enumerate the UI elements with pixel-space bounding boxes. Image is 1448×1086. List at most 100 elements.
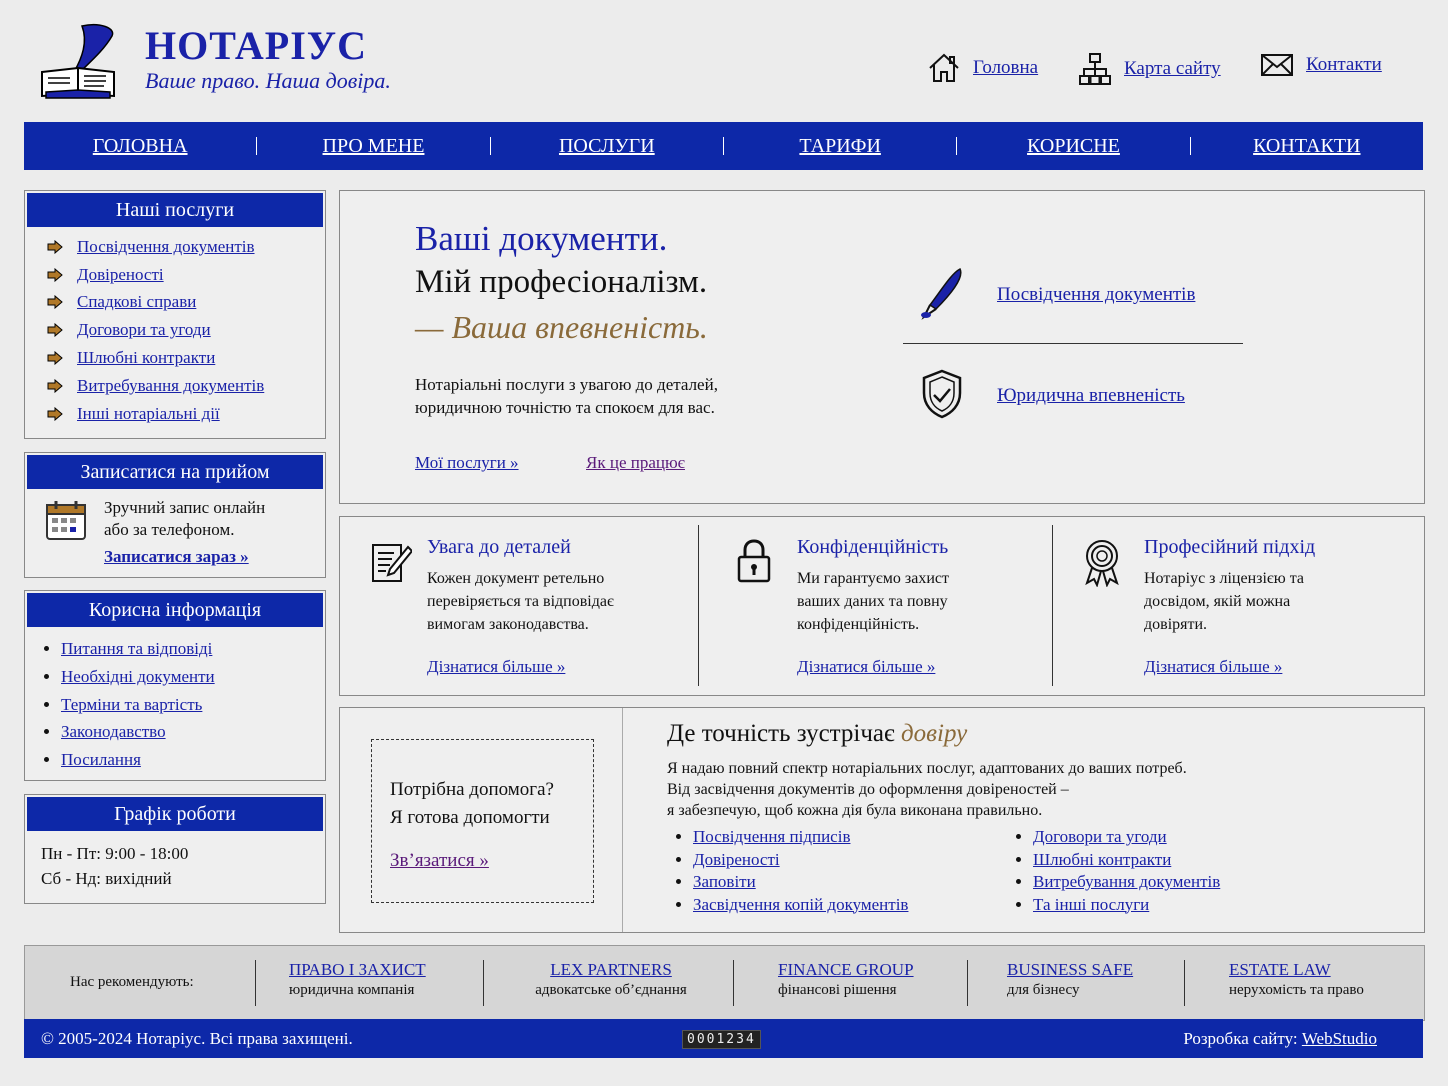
feature-title: Увага до деталей [427,536,571,558]
partner-divider [733,960,734,1006]
mail-icon [1261,54,1293,76]
learn-more-link[interactable]: Дізнатися більше » [427,657,565,677]
how-it-works-link[interactable]: Як це працює [586,453,685,473]
precision-title: Де точність зустрічає довіру [667,720,968,747]
partner-item[interactable]: LEX PARTNERS адвокатське об’єднання [526,960,696,999]
feature-divider [1052,525,1053,686]
developer-link[interactable]: WebStudio [1302,1029,1377,1048]
list-item[interactable]: Та інші послуги [1033,894,1220,917]
appointment-box: Записатися на прийом Зручний запис онлай… [24,452,326,578]
arrow-right-icon [47,295,63,310]
list-item[interactable]: Витребування документів [1033,871,1220,894]
feature-title: Професійний підхід [1144,536,1316,558]
nav-item-tariffs[interactable]: ТАРИФИ [724,135,956,158]
list-item[interactable]: Довіреності [693,849,908,872]
panel-divider [622,708,623,932]
partner-divider [967,960,968,1006]
logo-book-quill-icon [38,22,118,102]
top-link-sitemap-label[interactable]: Карта сайту [1124,58,1221,80]
precision-description: Я надаю повний спектр нотаріальних послу… [667,760,1187,819]
partners-label: Нас рекомендують: [70,974,194,990]
nav-item-contacts[interactable]: КОНТАКТИ [1191,135,1423,158]
arrow-right-icon [47,351,63,366]
sitemap-icon [1079,53,1111,85]
main-nav: ГОЛОВНА ПРО МЕНЕ ПОСЛУГИ ТАРИФИ КОРИСНЕ … [24,122,1423,170]
services-box: Наші послуги Посвідчення документів Дові… [24,190,326,439]
legal-confidence-link[interactable]: Юридична впевненість [997,385,1185,407]
learn-more-link[interactable]: Дізнатися більше » [797,657,935,677]
partner-item[interactable]: ESTATE LAW нерухомість та право [1229,960,1364,999]
services-list: Посвідчення документів Довіреності Спадк… [25,233,325,428]
hero-divider [903,343,1243,344]
top-link-home-label[interactable]: Головна [973,57,1038,79]
services-box-title: Наші послуги [27,193,323,227]
contact-link[interactable]: Зв’язатися » [390,850,489,872]
nav-item-about[interactable]: ПРО МЕНЕ [257,135,489,158]
arrow-right-icon [47,323,63,338]
precision-list-left: Посвідчення підписів Довіреності Заповіт… [667,826,908,916]
list-item[interactable]: Довіреності [47,261,325,289]
feature-text: Нотаріус з ліцензією та досвідом, якій м… [1144,570,1305,633]
calendar-icon [46,501,86,540]
hero-description: Нотаріальні послуги з увагою до деталей,… [415,375,718,417]
list-item[interactable]: Інші нотаріальні дії [47,400,325,428]
hero-line-1: Ваші документи. [415,219,668,258]
info-box: Корисна інформація Питання та відповіді … [24,590,326,781]
hero-panel: Ваші документи. Мій професіоналізм. — Ва… [339,190,1425,504]
feature-text: Ми гарантуємо захист ваших даних та повн… [797,570,949,633]
schedule-box-title: Графік роботи [27,797,323,831]
nav-item-home[interactable]: ГОЛОВНА [24,135,256,158]
list-item[interactable]: Шлюбні контракти [1033,849,1220,872]
feature-title: Конфіденційність [797,536,949,558]
appointment-text: Зручний запис онлайн або за телефоном. [104,498,266,539]
list-item[interactable]: Шлюбні контракти [47,344,325,372]
partner-item[interactable]: FINANCE GROUP фінансові рішення [778,960,914,999]
list-item[interactable]: Спадкові справи [47,289,325,317]
certification-link[interactable]: Посвідчення документів [997,284,1195,306]
list-item[interactable]: Витребування документів [47,372,325,400]
document-edit-icon [372,544,412,582]
partners-bar: Нас рекомендують: ПРАВО І ЗАХИСТ юридичн… [24,945,1425,1021]
appointment-link[interactable]: Записатися зараз » [104,547,249,567]
my-services-link[interactable]: Мої послуги » [415,453,519,473]
nav-item-services[interactable]: ПОСЛУГИ [491,135,723,158]
visit-counter: 0001234 [682,1030,761,1049]
feature-divider [698,525,699,686]
top-link-sitemap[interactable]: Карта сайту [1078,52,1221,86]
shield-check-icon [922,369,962,419]
list-item[interactable]: Договори та угоди [1033,826,1220,849]
list-item[interactable]: Терміни та вартість [61,691,325,719]
top-link-contacts[interactable]: Контакти [1260,52,1382,78]
precision-panel: Потрібна допомога? Я готова допомогти Зв… [339,707,1425,933]
arrow-right-icon [47,267,63,282]
learn-more-link[interactable]: Дізнатися більше » [1144,657,1282,677]
list-item[interactable]: Питання та відповіді [61,635,325,663]
top-link-home[interactable]: Головна [927,52,1038,84]
list-item[interactable]: Посвідчення документів [47,233,325,261]
arrow-right-icon [47,239,63,254]
appointment-box-title: Записатися на прийом [27,455,323,489]
top-link-contacts-label[interactable]: Контакти [1306,54,1382,76]
site-tagline: Ваше право. Наша довіра. [145,68,391,93]
list-item[interactable]: Необхідні документи [61,663,325,691]
list-item[interactable]: Посилання [61,746,325,774]
list-item[interactable]: Заповіти [693,871,908,894]
partner-item[interactable]: BUSINESS SAFE для бізнесу [1007,960,1133,999]
developer-credit: Розробка сайту: WebStudio [1183,1029,1377,1048]
list-item[interactable]: Законодавство [61,718,325,746]
nav-item-useful[interactable]: КОРИСНЕ [957,135,1189,158]
list-item[interactable]: Договори та угоди [47,316,325,344]
help-text: Потрібна допомога? Я готова допомогти [390,779,554,828]
help-box: Потрібна допомога? Я готова допомогти Зв… [371,739,594,903]
feature-text: Кожен документ ретельно перевіряється та… [427,570,614,633]
partner-divider [255,960,256,1006]
hero-line-2: Мій професіоналізм. [415,264,708,300]
arrow-right-icon [47,406,63,421]
list-item[interactable]: Посвідчення підписів [693,826,908,849]
site-brand: НОТАРІУС [145,23,368,68]
home-icon [929,53,959,82]
partner-item[interactable]: ПРАВО І ЗАХИСТ юридична компанія [289,960,426,999]
partner-divider [483,960,484,1006]
list-item[interactable]: Засвідчення копій документів [693,894,908,917]
precision-title-accent: довіру [901,720,968,747]
